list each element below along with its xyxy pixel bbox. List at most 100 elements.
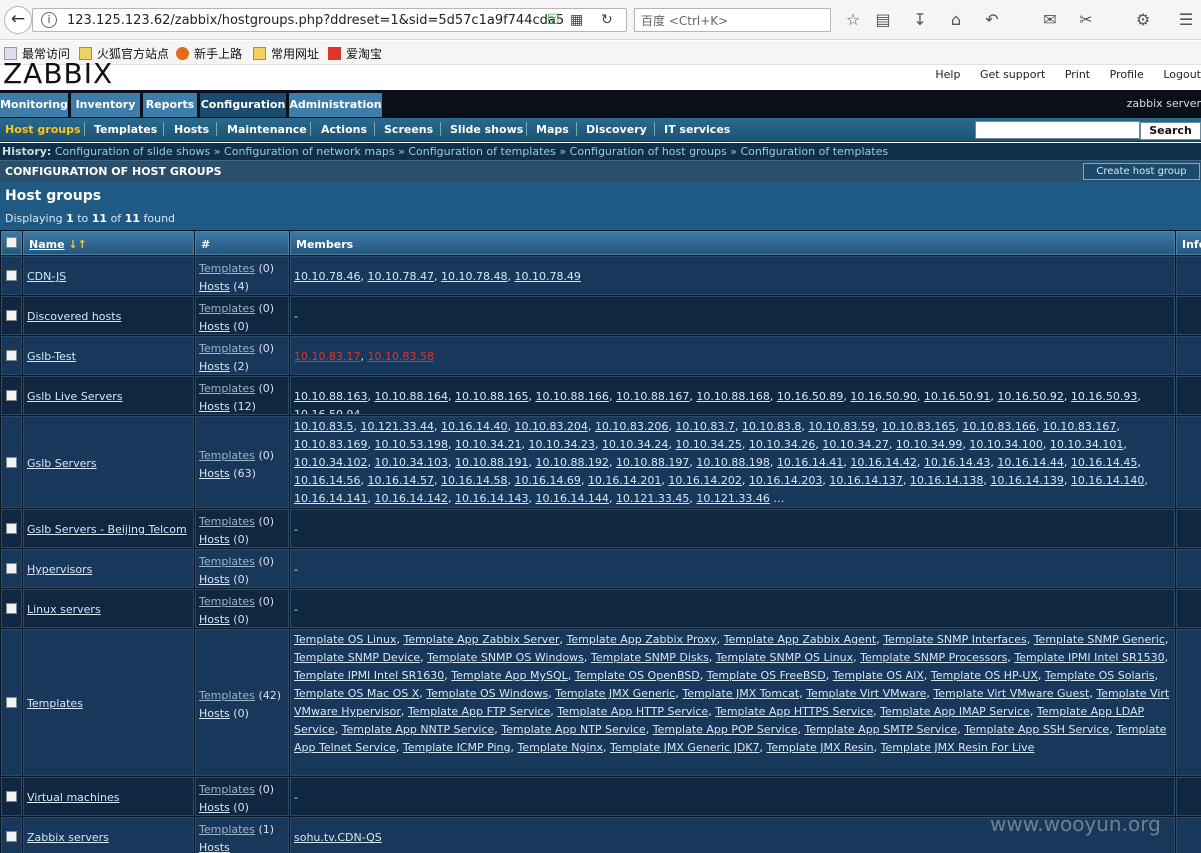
member-link[interactable]: 10.10.78.48 — [441, 270, 507, 283]
members-list[interactable]: - — [294, 789, 1171, 807]
bookmark-item[interactable]: 常用网址 — [253, 45, 319, 62]
member-link[interactable]: 10.16.14.56 — [294, 474, 360, 487]
tab-administration[interactable]: Administration — [289, 93, 382, 117]
member-link[interactable]: 10.10.88.164 — [374, 390, 447, 403]
member-link[interactable]: Template Virt VMware Guest — [933, 687, 1089, 700]
row-checkbox[interactable] — [6, 310, 17, 321]
members-list[interactable]: 10.10.83.17, 10.10.83.58 — [294, 348, 1171, 366]
member-link[interactable]: 10.16.50.90 — [850, 390, 916, 403]
templates-link[interactable]: Templates — [199, 823, 255, 836]
row-checkbox[interactable] — [6, 457, 17, 468]
member-link[interactable]: Template App SMTP Service — [804, 723, 957, 736]
member-link[interactable]: Template App IMAP Service — [880, 705, 1030, 718]
member-link[interactable]: 10.121.33.45 — [616, 492, 689, 505]
logout-link[interactable]: Logout — [1163, 68, 1201, 81]
member-link[interactable]: 10.16.50.89 — [777, 390, 843, 403]
member-link[interactable]: Template OS Mac OS X — [294, 687, 419, 700]
members-list[interactable]: - — [294, 521, 1171, 539]
member-link[interactable]: Template JMX Generic JDK7 — [610, 741, 760, 754]
profile-link[interactable]: Profile — [1110, 68, 1144, 81]
select-all-checkbox[interactable] — [6, 237, 17, 248]
crop-icon[interactable]: ✂ — [1076, 10, 1096, 29]
back-icon[interactable]: ← — [4, 6, 32, 34]
templates-link[interactable]: Templates — [199, 595, 255, 608]
member-link[interactable]: Template SNMP OS Windows — [427, 651, 584, 664]
member-link[interactable]: 10.10.83.166 — [962, 420, 1035, 433]
hosts-link[interactable]: Hosts — [199, 280, 230, 293]
member-link[interactable]: Template OS FreeBSD — [707, 669, 826, 682]
templates-link[interactable]: Templates — [199, 262, 255, 275]
templates-link[interactable]: Templates — [199, 342, 255, 355]
info-icon[interactable]: i — [41, 12, 57, 28]
download-icon[interactable]: ↧ — [910, 10, 930, 29]
member-link[interactable]: 10.16.14.140 — [1071, 474, 1144, 487]
tab-reports[interactable]: Reports — [143, 93, 197, 117]
member-link[interactable]: 10.10.34.99 — [896, 438, 962, 451]
member-link[interactable]: 10.16.50.92 — [997, 390, 1063, 403]
member-link[interactable]: 10.10.83.167 — [1043, 420, 1116, 433]
member-link[interactable]: 10.16.14.42 — [850, 456, 916, 469]
member-link[interactable]: 10.16.14.58 — [441, 474, 507, 487]
member-link[interactable]: Template OS Windows — [426, 687, 548, 700]
history-item[interactable]: Configuration of host groups — [570, 145, 727, 158]
search-button[interactable]: Search — [1140, 122, 1201, 140]
member-link[interactable]: 10.10.34.102 — [294, 456, 367, 469]
help-link[interactable]: Help — [935, 68, 960, 81]
member-link[interactable]: 10.10.88.198 — [696, 456, 769, 469]
row-checkbox[interactable] — [6, 350, 17, 361]
members-list[interactable]: - — [294, 561, 1171, 579]
member-link[interactable]: Template OS Linux — [294, 633, 396, 646]
member-link[interactable]: 10.16.14.143 — [455, 492, 528, 505]
member-link[interactable]: 10.10.88.167 — [616, 390, 689, 403]
member-link[interactable]: Template App FTP Service — [408, 705, 550, 718]
hosts-link[interactable]: Hosts — [199, 573, 230, 586]
member-link[interactable]: 10.16.14.138 — [910, 474, 983, 487]
member-link[interactable]: 10.10.88.165 — [455, 390, 528, 403]
member-link[interactable]: Template IPMI Intel SR1630 — [294, 669, 444, 682]
group-name-link[interactable]: CDN-JS — [27, 270, 66, 283]
member-link[interactable]: 10.16.14.57 — [367, 474, 433, 487]
submenu-discovery[interactable]: Discovery — [586, 123, 647, 136]
submenu-maintenance[interactable]: Maintenance — [227, 123, 307, 136]
history-item[interactable]: Configuration of templates — [408, 145, 556, 158]
member-link[interactable]: 10.10.88.166 — [535, 390, 608, 403]
member-link[interactable]: Template OS HP-UX — [931, 669, 1038, 682]
member-link[interactable]: Template SNMP Generic — [1034, 633, 1165, 646]
member-link[interactable]: Template App Zabbix Proxy — [567, 633, 717, 646]
members-list[interactable]: 10.10.88.163, 10.10.88.164, 10.10.88.165… — [294, 388, 1171, 414]
member-link[interactable]: 10.16.14.43 — [924, 456, 990, 469]
member-link[interactable]: 10.10.83.58 — [367, 350, 433, 363]
member-link[interactable]: Template App NNTP Service — [342, 723, 495, 736]
submenu-maps[interactable]: Maps — [536, 123, 569, 136]
submenu-templates[interactable]: Templates — [94, 123, 157, 136]
member-link[interactable]: 10.10.34.24 — [602, 438, 668, 451]
member-link[interactable]: 10.16.14.203 — [749, 474, 822, 487]
member-link[interactable]: 10.10.78.49 — [514, 270, 580, 283]
member-link[interactable]: Template App SSH Service — [964, 723, 1109, 736]
member-link[interactable]: Template App HTTPS Service — [715, 705, 873, 718]
member-link[interactable]: 10.10.83.5 — [294, 420, 353, 433]
member-link[interactable]: 10.10.78.47 — [367, 270, 433, 283]
member-link[interactable]: 10.10.88.197 — [616, 456, 689, 469]
tab-configuration[interactable]: Configuration — [200, 93, 286, 117]
member-link[interactable]: 10.10.34.21 — [455, 438, 521, 451]
member-link[interactable]: 10.16.14.45 — [1071, 456, 1137, 469]
member-link[interactable]: 10.10.34.101 — [1050, 438, 1123, 451]
qr-code-icon[interactable]: ▦ — [570, 12, 583, 28]
hosts-link[interactable]: Hosts — [199, 360, 230, 373]
group-name-link[interactable]: Linux servers — [27, 603, 101, 616]
member-link[interactable]: 10.10.88.163 — [294, 390, 367, 403]
member-link[interactable]: Template App MySQL — [451, 669, 567, 682]
tab-monitoring[interactable]: Monitoring — [0, 93, 68, 117]
row-checkbox[interactable] — [6, 270, 17, 281]
member-link[interactable]: 10.16.14.202 — [668, 474, 741, 487]
star-icon[interactable]: ☆ — [843, 10, 863, 29]
address-bar[interactable]: i 123.125.123.62/zabbix/hostgroups.php?d… — [32, 8, 627, 32]
member-link[interactable]: 10.10.34.25 — [675, 438, 741, 451]
member-link[interactable]: 10.10.83.169 — [294, 438, 367, 451]
submenu-hosts[interactable]: Hosts — [174, 123, 209, 136]
group-name-link[interactable]: Virtual machines — [27, 791, 119, 804]
member-link[interactable]: 10.16.14.201 — [588, 474, 661, 487]
create-host-group-button[interactable]: Create host group — [1083, 163, 1200, 180]
row-checkbox[interactable] — [6, 390, 17, 401]
